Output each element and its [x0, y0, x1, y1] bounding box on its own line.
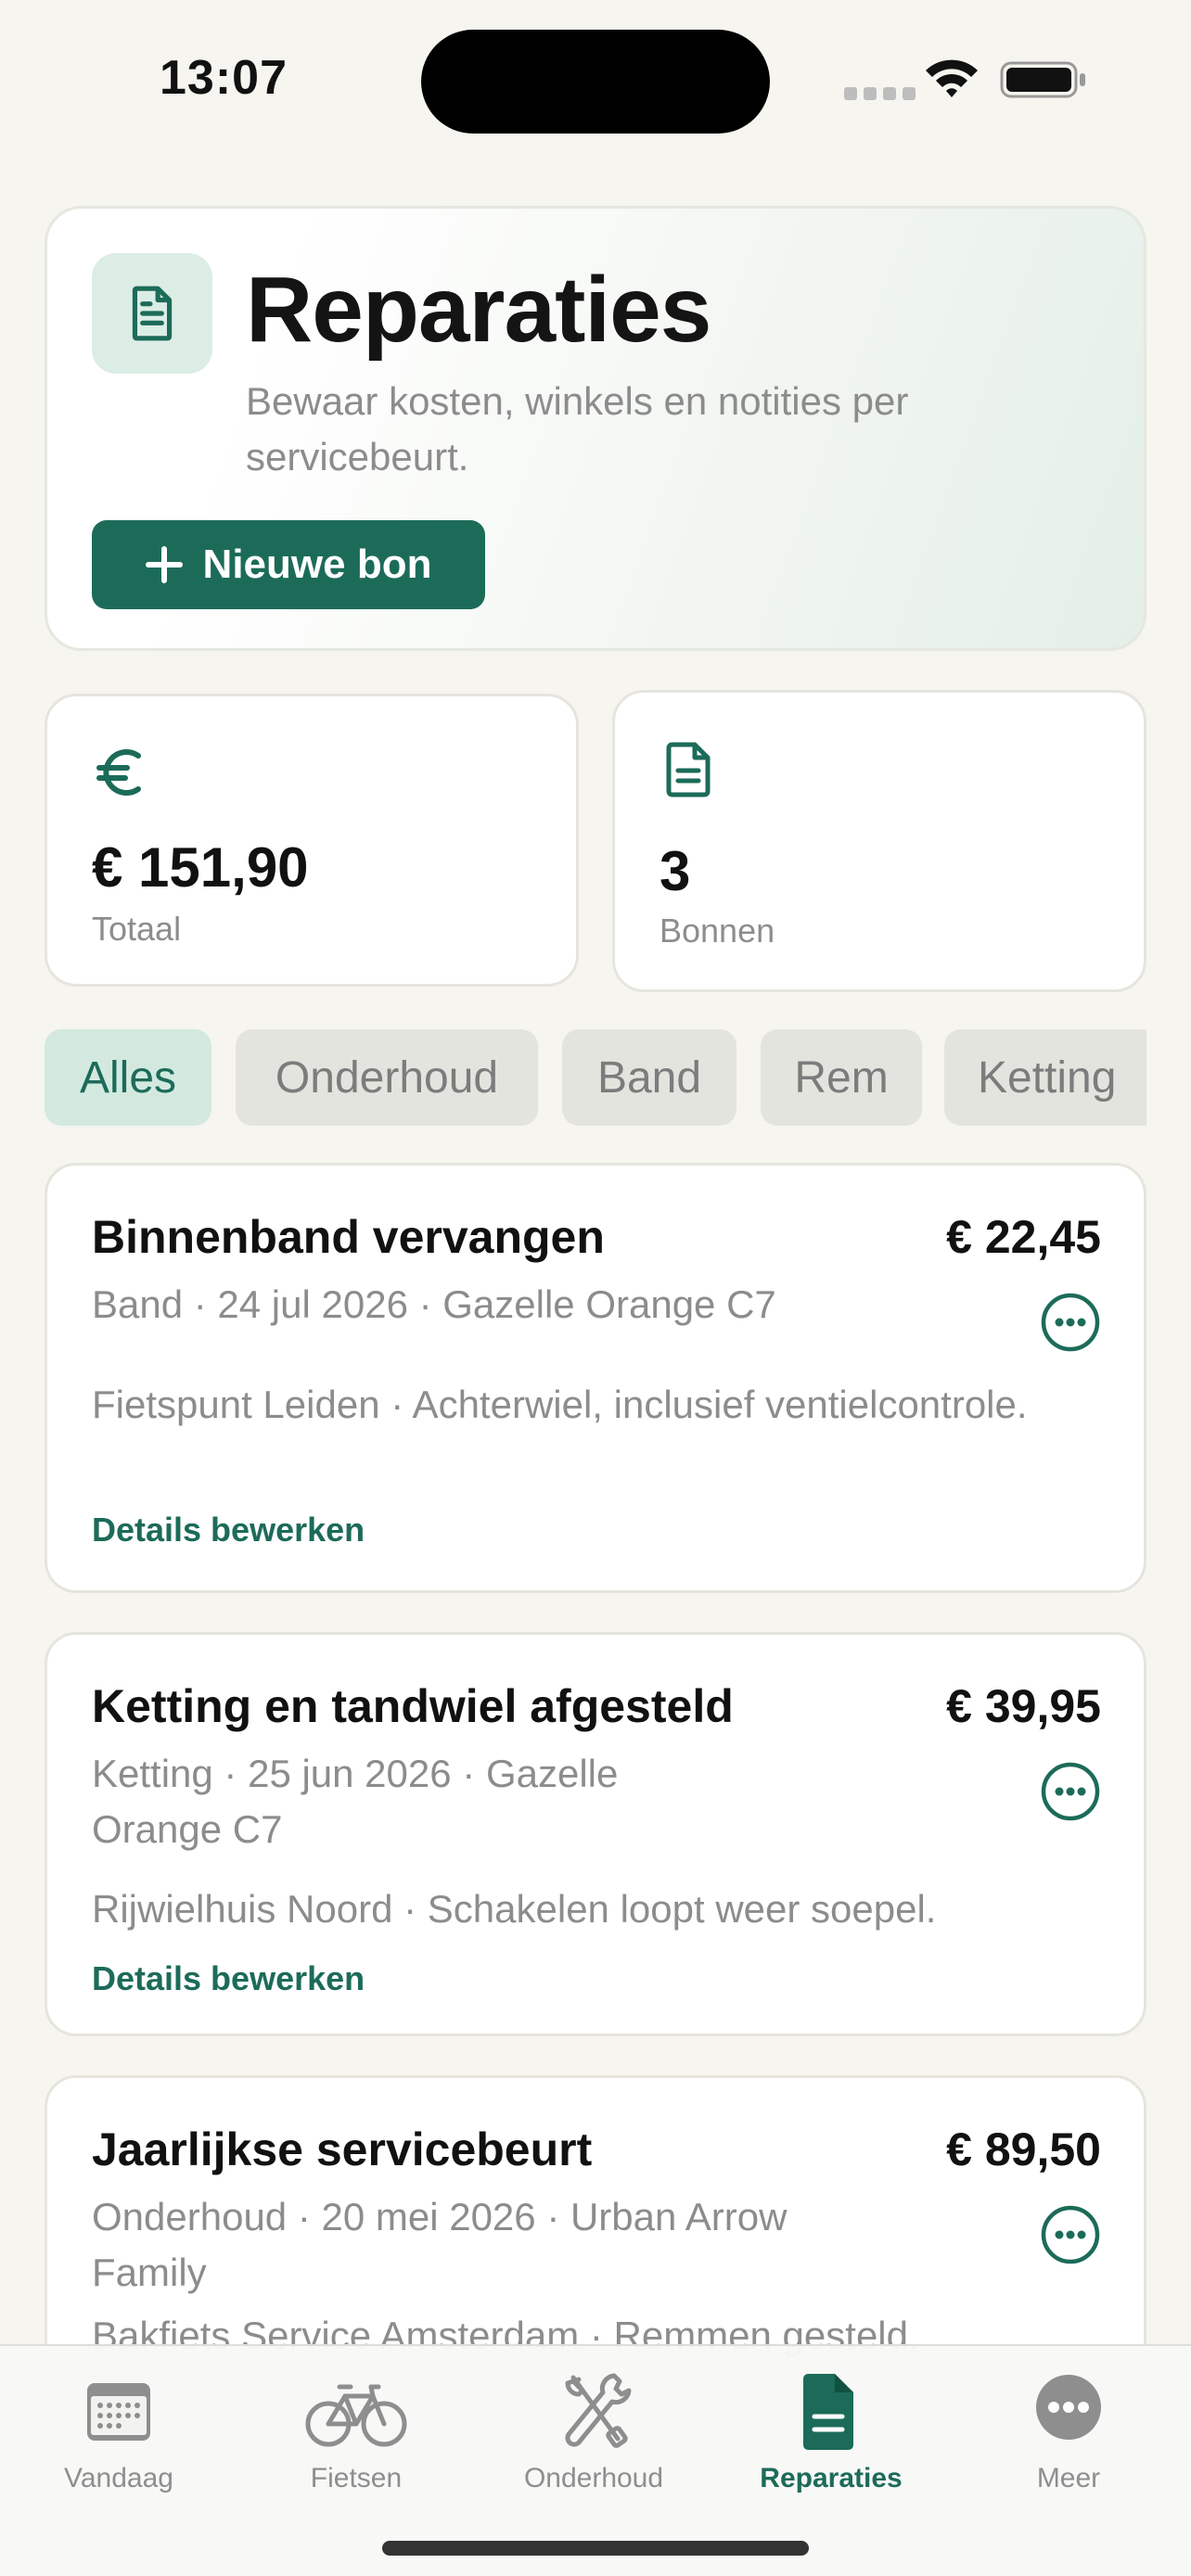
home-indicator [382, 2541, 809, 2556]
page-subtitle: Bewaar kosten, winkels en notities per s… [246, 379, 909, 478]
tab-vandaag[interactable]: Vandaag [0, 2365, 237, 2504]
repair-amount: € 39,95 [946, 1680, 1101, 1732]
repair-amount: € 89,50 [946, 2123, 1101, 2175]
status-bar: 13:07 [0, 0, 1191, 158]
filter-chips: Alles Onderhoud Band Rem Ketting [45, 1029, 1146, 1126]
edit-details-link[interactable]: Details bewerken [92, 1511, 365, 1549]
tab-label: Onderhoud [523, 2463, 664, 2493]
tab-label: Reparaties [760, 2463, 903, 2493]
repair-title: Jaarlijkse servicebeurt [92, 2123, 593, 2175]
tab-meer[interactable]: Meer [950, 2365, 1187, 2504]
status-time: 13:07 [160, 51, 288, 105]
repair-meta: Onderhoud · 20 mei 2026 · Urban Arrow Fa… [92, 2195, 788, 2294]
chip-rem[interactable]: Rem [761, 1029, 922, 1126]
battery-icon [1000, 61, 1085, 98]
more-options-icon[interactable] [1040, 2204, 1101, 2265]
new-receipt-button[interactable]: Nieuwe bon [92, 520, 485, 609]
more-options-icon[interactable] [1040, 1292, 1101, 1353]
tab-onderhoud[interactable]: Onderhoud [475, 2365, 712, 2504]
chip-onderhoud[interactable]: Onderhoud [236, 1029, 538, 1126]
document-icon [803, 2374, 853, 2450]
stat-receipts-value: 3 [660, 840, 691, 902]
header-document-icon [92, 253, 212, 374]
repair-amount: € 22,45 [946, 1211, 1101, 1263]
repair-meta: Ketting · 25 jun 2026 · Gazelle Orange C… [92, 1752, 619, 1851]
chip-ketting[interactable]: Ketting [944, 1029, 1146, 1126]
calendar-icon [87, 2383, 150, 2441]
tab-fietsen[interactable]: Fietsen [237, 2365, 475, 2504]
repair-meta: Band · 24 jul 2026 · Gazelle Orange C7 [92, 1282, 776, 1326]
edit-details-link[interactable]: Details bewerken [92, 1959, 365, 1998]
signal-icon [844, 87, 916, 100]
chip-band[interactable]: Band [562, 1029, 736, 1126]
tab-label: Vandaag [64, 2463, 173, 2493]
repair-title: Binnenband vervangen [92, 1211, 605, 1263]
more-options-icon[interactable] [1040, 1761, 1101, 1822]
repair-card[interactable]: Ketting en tandwiel afgesteld € 39,95 Ke… [45, 1632, 1146, 2036]
repair-card[interactable]: Binnenband vervangen € 22,45 Band · 24 j… [45, 1163, 1146, 1593]
tab-label: Meer [1036, 2463, 1101, 2493]
stat-receipts-label: Bonnen [660, 912, 775, 950]
stat-card-receipts: 3 Bonnen [612, 690, 1146, 992]
repair-note: Fietspunt Leiden · Achterwiel, inclusief… [92, 1383, 1028, 1426]
more-icon [1036, 2375, 1101, 2440]
stat-card-total: € 151,90 Totaal [45, 694, 579, 987]
plus-icon [145, 546, 183, 583]
stat-total-label: Totaal [92, 910, 182, 948]
tab-label: Fietsen [310, 2463, 403, 2493]
repair-title: Ketting en tandwiel afgesteld [92, 1680, 734, 1732]
wifi-icon [926, 59, 978, 97]
new-receipt-label: Nieuwe bon [202, 542, 432, 587]
repair-note: Rijwielhuis Noord · Schakelen loopt weer… [92, 1887, 937, 1931]
page-title: Reparaties [246, 258, 711, 362]
bicycle-icon [305, 2384, 407, 2447]
stat-total-value: € 151,90 [92, 836, 309, 899]
tab-reparaties[interactable]: Reparaties [712, 2365, 950, 2504]
document-icon [666, 742, 711, 797]
euro-icon [96, 749, 141, 796]
chip-alles[interactable]: Alles [45, 1029, 211, 1126]
dynamic-island [421, 30, 770, 134]
header-card: Reparaties Bewaar kosten, winkels en not… [45, 206, 1146, 651]
tools-icon [565, 2373, 632, 2448]
